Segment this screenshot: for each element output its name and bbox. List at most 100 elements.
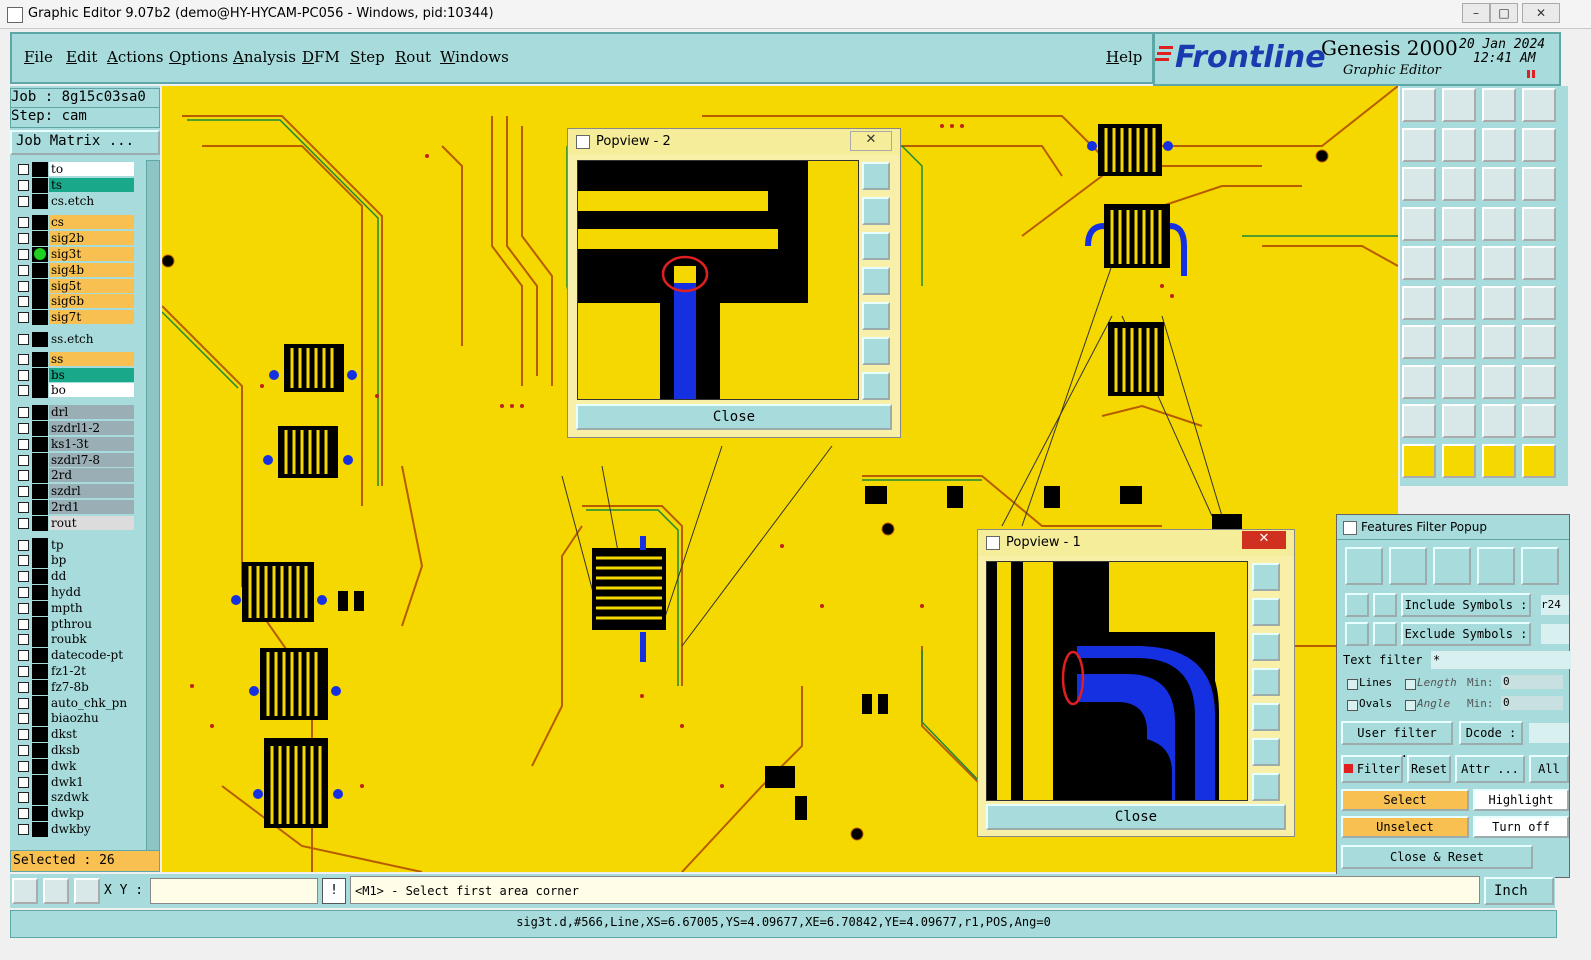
snap-angle-icon[interactable]	[43, 878, 69, 904]
layer-row[interactable]: hydd	[14, 585, 139, 600]
exclude-symbols-button[interactable]: Exclude Symbols :	[1401, 622, 1531, 646]
layer-display-slot[interactable]	[32, 711, 48, 727]
pad-type-icon[interactable]	[1389, 547, 1427, 585]
text-filter-input[interactable]: *	[1431, 651, 1571, 669]
layer-row[interactable]: sig5t	[14, 278, 139, 294]
zoom-in-icon[interactable]	[862, 337, 890, 365]
zoom-out-icon[interactable]	[862, 372, 890, 400]
exclude-pick2-icon[interactable]	[1373, 622, 1397, 646]
pan-up-icon[interactable]	[1252, 598, 1280, 626]
layer-checkbox[interactable]	[18, 824, 29, 835]
select-button[interactable]: Select	[1341, 789, 1469, 811]
layer-display-slot[interactable]	[32, 537, 48, 553]
layer-row[interactable]: dkst	[14, 727, 139, 743]
pointer3-icon[interactable]	[1482, 443, 1516, 478]
copy-icon[interactable]	[1442, 127, 1476, 162]
layer-display-slot[interactable]	[32, 262, 48, 278]
pan-left-icon[interactable]	[862, 267, 890, 295]
layer-display-slot[interactable]	[32, 405, 48, 421]
layer-row[interactable]: ts	[14, 177, 139, 193]
menu-options[interactable]: Options	[169, 48, 228, 66]
arc-type-icon[interactable]	[1477, 547, 1515, 585]
layer-checkbox[interactable]	[18, 681, 29, 693]
circle-icon[interactable]	[1522, 246, 1556, 280]
length-checkbox[interactable]	[1405, 679, 1416, 690]
edit-line-icon[interactable]	[1442, 325, 1476, 359]
layer-row[interactable]: dwk1	[14, 774, 139, 790]
layer-checkbox[interactable]	[18, 602, 29, 614]
angle-min-input[interactable]: 0	[1501, 696, 1563, 710]
cross-icon[interactable]	[1442, 285, 1476, 320]
layer-row[interactable]: sig4b	[14, 262, 139, 278]
home-icon[interactable]	[1482, 88, 1516, 122]
layer-checkbox[interactable]	[18, 470, 29, 482]
close-icon[interactable]: ✕	[1522, 3, 1560, 23]
layer-checkbox[interactable]	[18, 650, 29, 662]
layer-checkbox[interactable]	[18, 618, 29, 630]
angle-checkbox[interactable]	[1405, 700, 1416, 711]
layer-checkbox[interactable]	[18, 587, 29, 598]
layer-display-slot[interactable]	[32, 569, 48, 585]
layer-display-slot[interactable]	[32, 484, 48, 500]
layer-checkbox[interactable]	[18, 334, 29, 345]
layer-row[interactable]: sig6b	[14, 294, 139, 310]
layer-row[interactable]: szdrl	[14, 484, 139, 500]
layer-row[interactable]: cs.etch	[14, 193, 139, 209]
ruler-icon[interactable]	[1482, 246, 1516, 280]
layer-row[interactable]: szdrl1-2	[14, 421, 139, 436]
dcode-field[interactable]	[1529, 723, 1569, 743]
include-symbols-button[interactable]: Include Symbols :	[1401, 593, 1531, 617]
menu-help[interactable]: Help	[1106, 48, 1142, 66]
scale-icon[interactable]	[1482, 167, 1516, 201]
filter-toggle-button[interactable]: Filter	[1341, 755, 1403, 783]
layer-checkbox[interactable]	[18, 423, 29, 434]
step-icon[interactable]	[1522, 127, 1556, 162]
layer-checkbox[interactable]	[18, 760, 29, 772]
ovals-checkbox[interactable]	[1347, 700, 1358, 711]
warning-button[interactable]: !	[322, 878, 346, 904]
exclude-symbols-field[interactable]	[1541, 624, 1569, 644]
menu-dfm[interactable]: DFM	[302, 48, 340, 66]
units-dropdown[interactable]: Inch	[1484, 877, 1554, 905]
zoom-fit-icon[interactable]	[862, 162, 890, 190]
menu-file[interactable]: File	[24, 48, 53, 66]
snap-center-icon[interactable]	[74, 878, 100, 904]
pad-icon[interactable]	[1482, 206, 1516, 241]
layer-checkbox[interactable]	[18, 502, 29, 513]
snap-icon[interactable]	[1442, 206, 1476, 241]
attr-button[interactable]: Attr ...	[1455, 755, 1525, 783]
length-min-input[interactable]: 0	[1501, 675, 1563, 689]
layer-checkbox[interactable]	[18, 634, 29, 646]
all-button[interactable]: All E	[1529, 755, 1569, 783]
layer-display-slot[interactable]	[32, 679, 48, 695]
layer-display-slot[interactable]	[32, 743, 48, 758]
layer-row[interactable]: mpth	[14, 600, 139, 616]
layer-display-slot[interactable]	[32, 215, 48, 231]
layers-icon[interactable]	[1522, 364, 1556, 399]
layer-row[interactable]: to	[14, 162, 139, 177]
exclude-pick-icon[interactable]	[1345, 622, 1369, 646]
resize-icon[interactable]	[1482, 364, 1516, 399]
pointer-icon[interactable]	[1402, 443, 1436, 478]
pan-down-icon[interactable]	[1252, 633, 1280, 661]
include-pick-icon[interactable]	[1345, 593, 1369, 617]
layer-display-slot[interactable]	[32, 294, 48, 310]
minimize-icon[interactable]: –	[1462, 3, 1490, 23]
job-matrix-button[interactable]: Job Matrix ...	[10, 130, 160, 155]
line2-icon[interactable]	[1522, 285, 1556, 320]
window-icon[interactable]	[1522, 88, 1556, 122]
layer-display-slot[interactable]	[32, 600, 48, 616]
layer-row[interactable]: bp	[14, 553, 139, 569]
pan-right-icon[interactable]	[1252, 703, 1280, 731]
pointer4-icon[interactable]	[1522, 443, 1556, 478]
layer-checkbox[interactable]	[18, 713, 29, 725]
pan-right-icon[interactable]	[862, 302, 890, 330]
layer-row[interactable]: bo	[14, 383, 139, 399]
layer-checkbox[interactable]	[18, 454, 29, 466]
lines-checkbox[interactable]	[1347, 679, 1358, 690]
layer-row[interactable]: ss.etch	[14, 332, 139, 347]
zoom-out-icon[interactable]	[1252, 773, 1280, 801]
layer-checkbox[interactable]	[18, 539, 29, 551]
menu-step[interactable]: Step	[350, 48, 385, 66]
layer-row[interactable]: 2rd	[14, 468, 139, 484]
